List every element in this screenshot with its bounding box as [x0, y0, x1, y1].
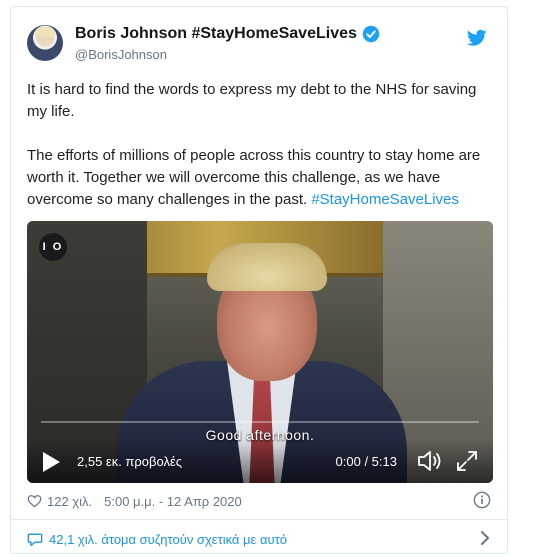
tweet-paragraph-1: It is hard to find the words to express … — [27, 81, 477, 120]
tweet-paragraph-2: The efforts of millions of people across… — [27, 145, 493, 211]
heart-icon[interactable] — [27, 494, 42, 508]
video-speaker-hair — [207, 243, 327, 291]
avatar[interactable] — [27, 25, 63, 61]
video-player[interactable]: I O Good afternoon. 2,55 εκ. προβολές 0:… — [27, 221, 493, 483]
info-icon[interactable] — [473, 491, 491, 509]
play-icon[interactable] — [41, 451, 61, 473]
volume-icon[interactable] — [417, 449, 443, 473]
video-progress-bar[interactable] — [41, 421, 479, 423]
twitter-bird-icon[interactable] — [467, 29, 487, 47]
chevron-right-icon[interactable] — [479, 530, 491, 546]
discussion-link[interactable]: 42,1 χιλ. άτομα συζητούν σχετικά με αυτό — [27, 528, 491, 550]
video-time: 0:00 / 5:13 — [335, 454, 397, 469]
author-name[interactable]: Boris Johnson #StayHomeSaveLives — [75, 25, 357, 43]
like-count[interactable]: 122 χιλ. — [47, 494, 92, 509]
tweet-meta: 122 χιλ. 5:00 μ.μ. - 12 Απρ 2020 — [27, 491, 491, 511]
verified-badge-icon — [362, 25, 380, 43]
tweet-card: Boris Johnson #StayHomeSaveLives @BorisJ… — [10, 6, 508, 554]
comment-bubble-icon — [27, 533, 43, 546]
fullscreen-icon[interactable] — [455, 449, 479, 473]
author-name-line[interactable]: Boris Johnson #StayHomeSaveLives — [75, 25, 380, 43]
video-view-count: 2,55 εκ. προβολές — [77, 454, 183, 469]
author-handle[interactable]: @BorisJohnson — [75, 47, 167, 62]
hashtag-link[interactable]: #StayHomeSaveLives — [311, 191, 459, 208]
channel-logo: I O — [39, 233, 67, 261]
video-controls: 2,55 εκ. προβολές 0:00 / 5:13 — [27, 439, 493, 483]
divider — [11, 519, 507, 520]
tweet-timestamp[interactable]: 5:00 μ.μ. - 12 Απρ 2020 — [104, 494, 242, 509]
tweet-text: It is hard to find the words to express … — [27, 79, 493, 233]
tweet-header: Boris Johnson #StayHomeSaveLives @BorisJ… — [27, 25, 491, 65]
discussion-count[interactable]: 42,1 χιλ. άτομα συζητούν σχετικά με αυτό — [49, 532, 287, 547]
